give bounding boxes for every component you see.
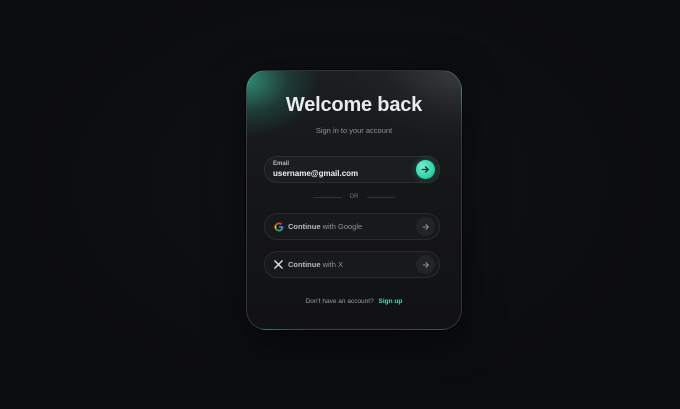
divider-or-text: OR [349, 194, 359, 200]
signup-prompt: Don't have an account? [305, 298, 374, 305]
divider-line-left [313, 196, 342, 198]
page-background: Welcome back Sign in to your account Ema… [0, 0, 680, 409]
arrow-right-icon [422, 218, 430, 236]
google-icon [273, 221, 284, 232]
login-card: Welcome back Sign in to your account Ema… [246, 70, 462, 330]
x-button-label: Continue with X [288, 260, 344, 269]
page-title: Welcome back [285, 94, 423, 116]
arrow-right-icon [422, 256, 430, 274]
continue-with-x-button[interactable]: Continue with X [264, 251, 440, 278]
google-button-label: Continue with Google [288, 222, 363, 231]
arrow-right-icon [421, 161, 430, 179]
x-arrow-button[interactable] [416, 255, 435, 274]
email-label: Email [273, 161, 290, 167]
continue-with-google-button[interactable]: Continue with Google [264, 213, 440, 240]
card-glow [267, 327, 441, 329]
email-submit-button[interactable] [416, 160, 435, 179]
signup-link[interactable]: Sign up [379, 298, 403, 305]
page-subtitle: Sign in to your account [315, 126, 393, 135]
email-field[interactable]: Email username@gmail.com [264, 156, 440, 183]
email-input[interactable]: username@gmail.com [273, 169, 358, 178]
or-divider: OR [313, 193, 395, 201]
google-arrow-button[interactable] [416, 217, 435, 236]
divider-line-right [366, 196, 395, 198]
x-icon [273, 259, 284, 270]
signup-footer: Don't have an account? Sign up [247, 298, 461, 305]
